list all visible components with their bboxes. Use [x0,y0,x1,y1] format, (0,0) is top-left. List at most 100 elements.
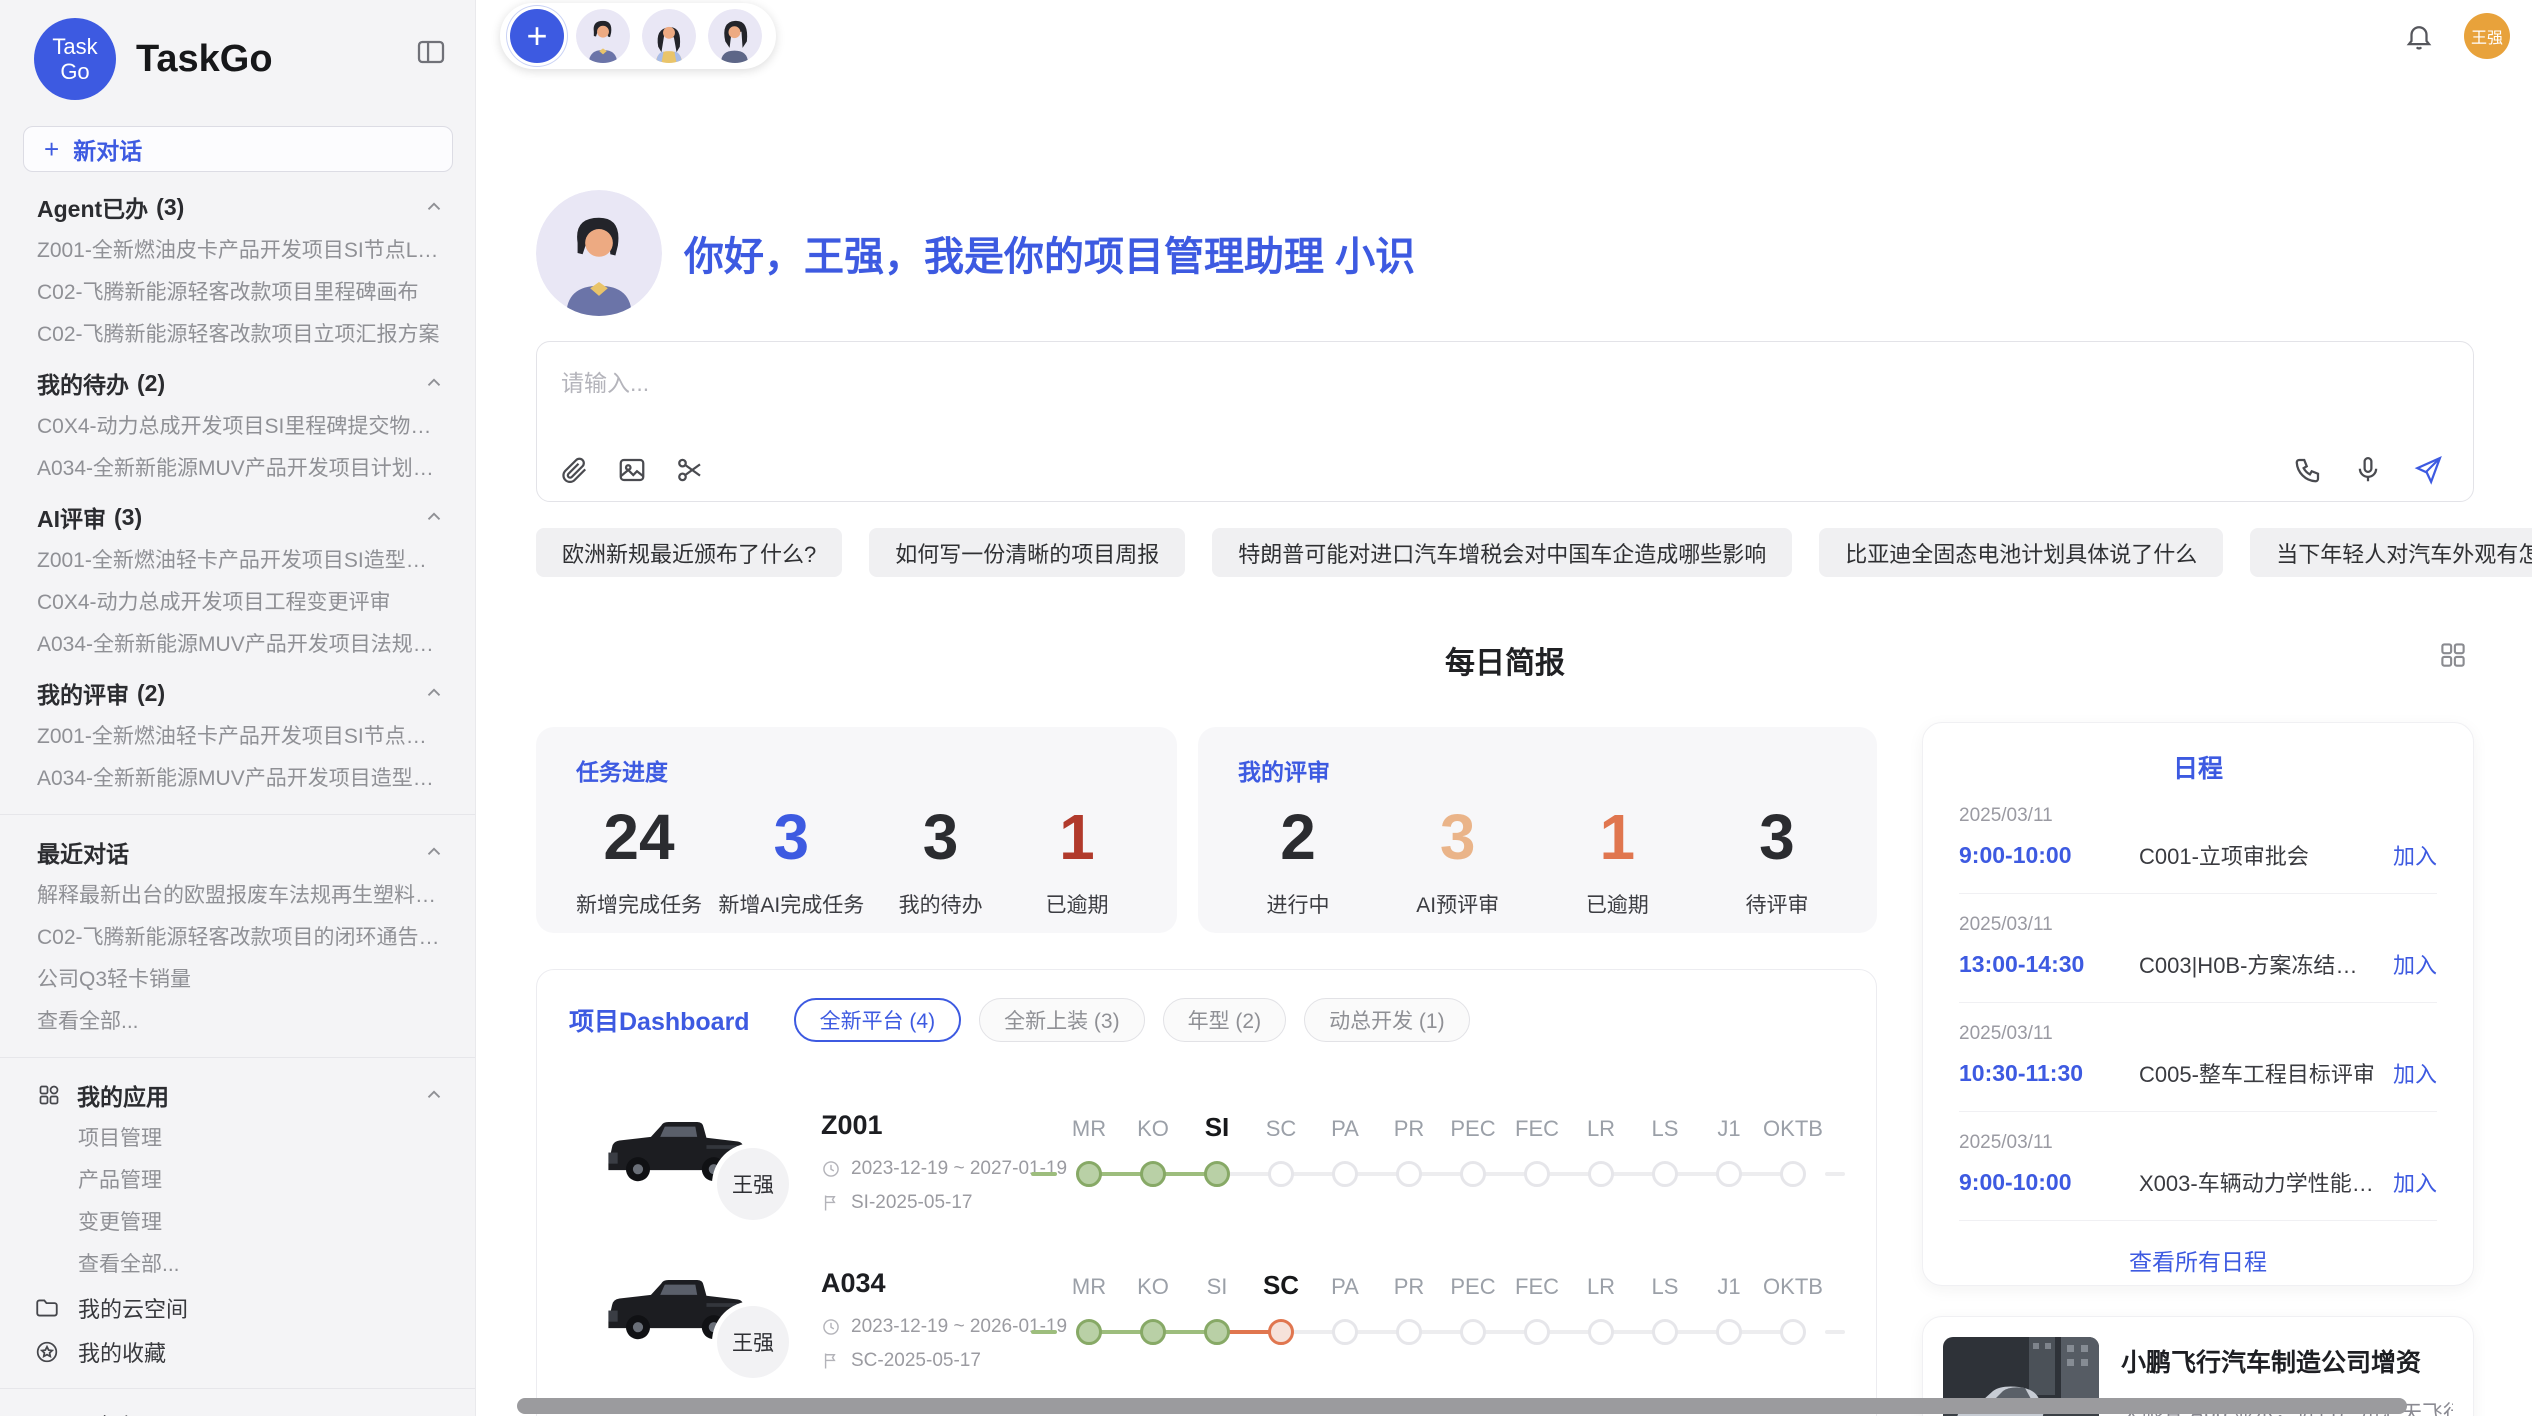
image-upload-icon[interactable] [617,455,647,485]
milestone: PA [1313,1102,1377,1222]
milestone-dot[interactable] [1076,1319,1102,1345]
milestone-dot[interactable] [1460,1161,1486,1187]
add-assistant-button[interactable]: + [510,9,564,63]
milestone-dot[interactable] [1780,1161,1806,1187]
assistant-avatar-3[interactable] [708,9,762,63]
app-shortcut-item[interactable]: 产品管理 [0,1160,475,1202]
sidebar-item[interactable]: Z001-全新燃油轻卡产品开发项目SI节点属性5D文件评审 [0,716,475,758]
milestone-dot[interactable] [1332,1161,1358,1187]
sidebar-group-header[interactable]: 我的评审(2) [0,670,475,716]
stats-card-title: 任务进度 [576,753,1137,787]
stat-value: 3 [1717,801,1837,873]
new-chat-button[interactable]: + 新对话 [23,126,453,172]
clock-icon [821,1159,841,1179]
recent-conversation-item[interactable]: 公司Q3轻卡销量 [0,959,475,1001]
dashboard-filter-chip[interactable]: 全新平台 (4) [794,998,962,1042]
schedule-join-link[interactable]: 加入 [2393,948,2437,980]
sidebar-group-header[interactable]: Agent已办(3) [0,184,475,230]
stat-value: 24 [576,801,702,873]
milestone-dot[interactable] [1076,1161,1102,1187]
user-avatar[interactable]: 王强 [2464,13,2510,59]
milestone-dot[interactable] [1396,1319,1422,1345]
sidebar-item-star[interactable]: 我的收藏 [0,1330,475,1374]
recent-conversation-item[interactable]: C02-飞腾新能源轻客改款项目的闭环通告反馈情况 [0,917,475,959]
sidebar-tool-people[interactable]: AI超级员工 [0,1403,475,1416]
sidebar-item[interactable]: A034-全新新能源MUV产品开发项目计划变更表编写 [0,448,475,490]
sidebar-item[interactable]: C0X4-动力总成开发项目工程变更评审 [0,582,475,624]
briefing-layout-icon[interactable] [2438,640,2468,670]
milestone-label: FEC [1505,1274,1569,1300]
app-shortcut-item[interactable]: 查看全部... [0,1244,475,1286]
milestone-dot[interactable] [1780,1319,1806,1345]
chevron-up-icon [423,841,445,863]
app-shortcut-item[interactable]: 变更管理 [0,1202,475,1244]
assistant-greeting-avatar [536,190,662,316]
milestone-label: SI [1185,1274,1249,1300]
attachment-icon[interactable] [559,455,589,485]
schedule-join-link[interactable]: 加入 [2393,839,2437,871]
milestone-dot[interactable] [1268,1319,1294,1345]
schedule-join-link[interactable]: 加入 [2393,1166,2437,1198]
app-shortcut-item[interactable]: 项目管理 [0,1118,475,1160]
sidebar-group-header[interactable]: AI评审(3) [0,494,475,540]
sidebar-item[interactable]: A034-全新新能源MUV产品开发项目造型可行性评审 [0,758,475,800]
milestone-dot[interactable] [1716,1161,1742,1187]
sidebar-item[interactable]: C02-飞腾新能源轻客改款项目立项汇报方案 [0,314,475,356]
sidebar-item[interactable]: A034-全新新能源MUV产品开发项目法规符合性评审 [0,624,475,666]
sidebar-group-header-recent[interactable]: 最近对话 [0,829,475,875]
milestone-dot[interactable] [1716,1319,1742,1345]
notification-bell-icon[interactable] [2404,21,2434,51]
milestone-dot[interactable] [1268,1161,1294,1187]
sidebar-group-header[interactable]: 我的待办(2) [0,360,475,406]
milestone-dot[interactable] [1588,1161,1614,1187]
sidebar-item[interactable]: C02-飞腾新能源轻客改款项目里程碑画布 [0,272,475,314]
milestone-dot[interactable] [1140,1319,1166,1345]
suggestion-chip[interactable]: 特朗普可能对进口汽车增税会对中国车企造成哪些影响 [1212,528,1792,577]
microphone-icon[interactable] [2353,455,2383,485]
schedule-title: 日程 [1959,749,2437,785]
dashboard-filter-chip[interactable]: 全新上装 (3) [979,998,1145,1042]
milestone: PEC [1441,1260,1505,1380]
sidebar-item[interactable]: C0X4-动力总成开发项目SI里程碑提交物检查 [0,406,475,448]
chat-input[interactable] [537,342,2473,430]
dashboard-filter-chip[interactable]: 年型 (2) [1163,998,1287,1042]
logo-line-2: Go [60,59,89,84]
milestone-dot[interactable] [1396,1161,1422,1187]
milestone-dot[interactable] [1460,1319,1486,1345]
sidebar-item[interactable]: Z001-全新燃油皮卡产品开发项目SI节点Lesson Learn报告 [0,230,475,272]
recent-conversation-item[interactable]: 查看全部... [0,1001,475,1043]
stat-label: 我的待办 [881,889,1001,919]
assistant-avatar-1[interactable] [576,9,630,63]
assistant-avatar-2[interactable] [642,9,696,63]
sidebar: Task Go TaskGo + 新对话 Agent已办(3)Z001-全新燃油… [0,0,476,1416]
suggestion-chip[interactable]: 欧洲新规最近颁布了什么? [536,528,842,577]
milestone-dot[interactable] [1204,1319,1230,1345]
chevron-up-icon [423,1084,445,1106]
sidebar-collapse-icon[interactable] [415,36,447,68]
milestone-dot[interactable] [1332,1319,1358,1345]
view-all-schedule-link[interactable]: 查看所有日程 [1959,1243,2437,1277]
schedule-join-link[interactable]: 加入 [2393,1057,2437,1089]
send-icon[interactable] [2413,455,2443,485]
milestone-dot[interactable] [1652,1161,1678,1187]
scissors-icon[interactable] [675,455,705,485]
stat-label: AI预评审 [1398,889,1518,919]
recent-conversation-item[interactable]: 解释最新出台的欧盟报废车法规再生塑料比例被调至15%... [0,875,475,917]
milestone-dot[interactable] [1140,1161,1166,1187]
milestone-dot[interactable] [1588,1319,1614,1345]
milestone: PR [1377,1260,1441,1380]
milestone-dot[interactable] [1524,1161,1550,1187]
milestone-label: FEC [1505,1116,1569,1142]
milestone-dot[interactable] [1652,1319,1678,1345]
sidebar-item-my-apps[interactable]: 我的应用 [0,1072,475,1118]
sidebar-item[interactable]: Z001-全新燃油轻卡产品开发项目SI造型提交物评审 [0,540,475,582]
milestone-dot[interactable] [1524,1319,1550,1345]
horizontal-scrollbar[interactable] [517,1398,2407,1414]
suggestion-chip[interactable]: 如何写一份清晰的项目周报 [869,528,1185,577]
suggestion-chip[interactable]: 比亚迪全固态电池计划具体说了什么 [1819,528,2223,577]
sidebar-item-folder[interactable]: 我的云空间 [0,1286,475,1330]
phone-call-icon[interactable] [2293,455,2323,485]
suggestion-chip[interactable]: 当下年轻人对汽车外观有怎样的喜好趋势 [2250,528,2532,577]
milestone-dot[interactable] [1204,1161,1230,1187]
dashboard-filter-chip[interactable]: 动总开发 (1) [1304,998,1470,1042]
